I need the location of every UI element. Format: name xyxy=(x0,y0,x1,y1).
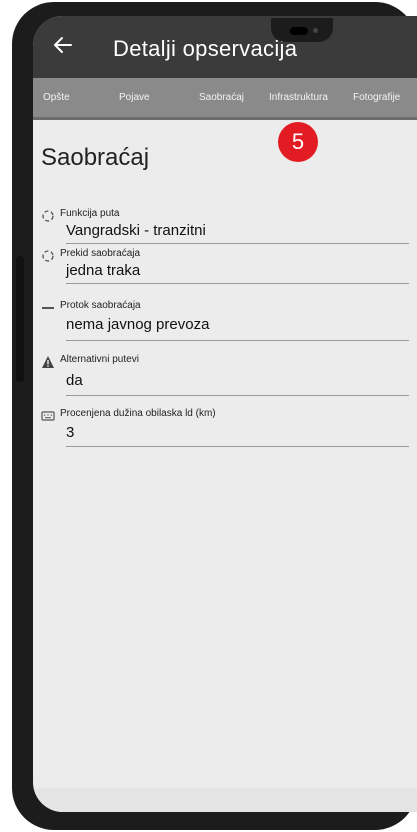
step-badge: 5 xyxy=(278,122,318,162)
phone-side-button xyxy=(16,256,24,382)
bottom-bar xyxy=(33,788,417,812)
field-underline xyxy=(66,395,409,396)
tab-pojave[interactable]: Pojave xyxy=(119,92,150,103)
field-label: Alternativni putevi xyxy=(60,354,139,365)
field-value[interactable]: da xyxy=(66,372,83,389)
tab-saobracaj[interactable]: Saobraćaj xyxy=(199,92,244,103)
tab-bar: Opšte Pojave Saobraćaj Infrastruktura Fo… xyxy=(33,78,417,120)
field-value[interactable]: 3 xyxy=(66,424,74,441)
field-label: Procenjena dužina obilaska ld (km) xyxy=(60,408,216,419)
circle-target-icon xyxy=(42,210,54,222)
field-value[interactable]: jedna traka xyxy=(66,262,140,279)
page-title: Detalji opservacija xyxy=(113,36,298,61)
field-value[interactable]: nema javnog prevoza xyxy=(66,316,209,333)
field-underline xyxy=(66,243,409,244)
screen: Detalji opservacija Opšte Pojave Saobrać… xyxy=(33,16,417,812)
dash-icon xyxy=(42,307,54,309)
tab-opste[interactable]: Opšte xyxy=(43,92,70,103)
field-underline xyxy=(66,283,409,284)
warning-icon xyxy=(42,356,54,368)
tab-fotografije[interactable]: Fotografije xyxy=(353,92,400,103)
camera-lens xyxy=(290,27,308,35)
camera-notch xyxy=(271,18,333,42)
app-bar: Detalji opservacija xyxy=(33,16,417,78)
field-label: Prekid saobraćaja xyxy=(60,248,141,259)
section-title: Saobraćaj xyxy=(41,144,150,171)
field-label: Protok saobraćaja xyxy=(60,300,141,311)
field-underline xyxy=(66,340,409,341)
field-label: Funkcija puta xyxy=(60,208,120,219)
camera-sensor xyxy=(313,28,318,33)
circle-target-icon xyxy=(42,250,54,262)
field-underline xyxy=(66,446,409,447)
back-arrow-icon[interactable] xyxy=(51,33,75,57)
keyboard-icon xyxy=(41,411,55,421)
tab-infrastruktura[interactable]: Infrastruktura xyxy=(269,92,328,103)
field-value[interactable]: Vangradski - tranzitni xyxy=(66,222,206,239)
